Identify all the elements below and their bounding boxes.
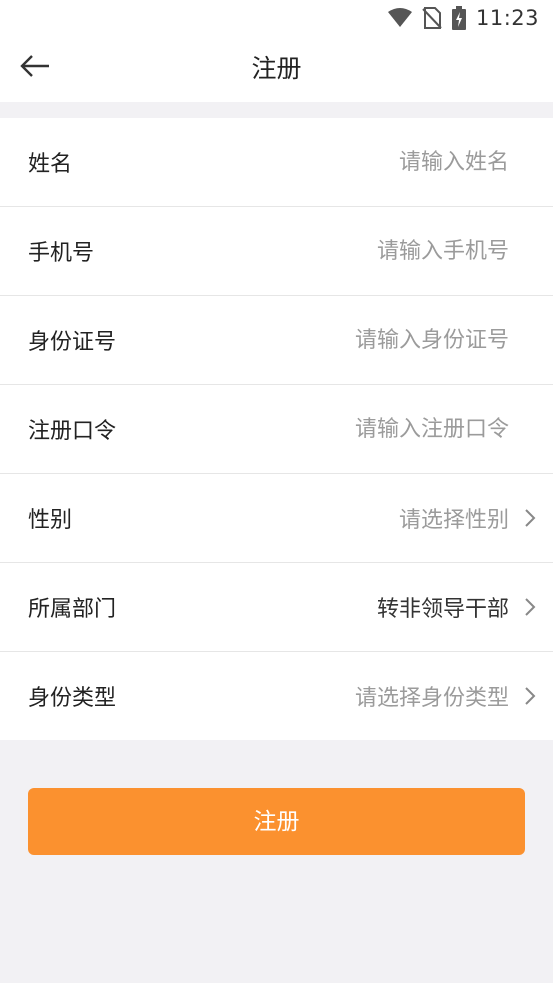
phone-row: 手机号 [0,207,553,296]
identity-type-select-row[interactable]: 身份类型 请选择身份类型 [0,652,553,740]
no-sim-icon [422,7,442,29]
department-select-value[interactable]: 转非领导干部 [377,591,509,623]
chevron-right-icon [523,508,537,528]
registration-form: 姓名 手机号 身份证号 注册口令 性别 请选择性别 所属部门 转非领导干部 身份… [0,118,553,740]
identity-type-label: 身份类型 [28,686,117,711]
id-number-row: 身份证号 [0,296,553,385]
gender-select-value[interactable]: 请选择性别 [399,502,509,534]
department-select-row[interactable]: 所属部门 转非领导干部 [0,563,553,652]
chevron-right-icon [523,597,537,617]
register-code-label: 注册口令 [28,419,117,444]
phone-label: 手机号 [28,241,95,266]
register-code-row: 注册口令 [0,385,553,474]
phone-input[interactable] [249,238,509,264]
app-header: 注册 [0,36,553,102]
id-number-label: 身份证号 [28,330,117,355]
battery-charging-icon [451,6,466,30]
chevron-right-icon [523,686,537,706]
id-number-input[interactable] [249,327,509,353]
identity-type-select-value[interactable]: 请选择身份类型 [355,680,509,712]
section-divider [0,102,553,118]
status-bar: 11:23 [0,0,553,36]
wifi-icon [387,8,412,28]
status-time: 11:23 [475,6,539,30]
name-label: 姓名 [28,152,73,177]
register-button[interactable]: 注册 [28,788,525,855]
name-input[interactable] [249,149,509,175]
department-label: 所属部门 [28,597,117,622]
name-row: 姓名 [0,118,553,207]
gender-select-row[interactable]: 性别 请选择性别 [0,474,553,563]
page-title: 注册 [251,54,302,83]
register-code-input[interactable] [249,416,509,442]
gender-label: 性别 [28,508,73,533]
